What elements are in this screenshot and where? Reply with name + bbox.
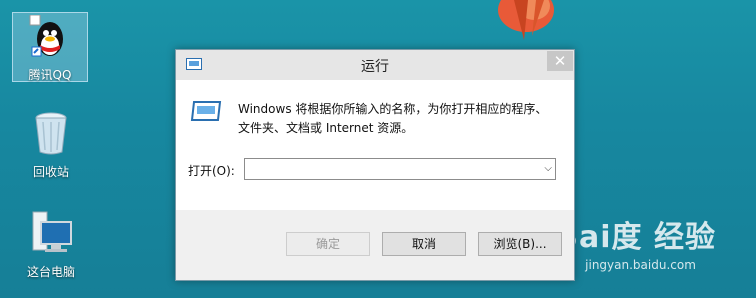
desktop-icon-label: 这台电脑 [26,265,75,279]
desktop-icon-recycle-bin[interactable]: 回收站 [14,110,88,180]
cancel-button[interactable]: 取消 [382,232,466,256]
desktop-icon-label: 腾讯QQ [28,68,72,82]
open-label: 打开(O): [188,164,235,178]
computer-icon [32,211,72,252]
dialog-footer: 确定 取消 浏览(B)... [176,210,574,280]
desktop-icon-qq[interactable]: 腾讯QQ [12,12,88,82]
browse-button[interactable]: 浏览(B)... [478,232,562,256]
open-combobox[interactable]: ⌵ [244,158,556,180]
close-button[interactable]: ✕ [547,51,573,71]
watermark-main-text: Bai度 经验 [555,220,716,255]
watermark-sub-text: jingyan.baidu.com [585,258,696,272]
recycle-bin-icon [35,112,67,155]
wallpaper-flower [498,0,554,40]
dialog-title: 运行 [361,59,389,75]
dialog-titlebar[interactable]: 运行 ✕ [176,50,574,80]
desktop-icon-this-pc[interactable]: 这台电脑 [14,210,88,280]
dialog-description: Windows 将根据你所输入的名称，为你打开相应的程序、文件夹、文档或 Int… [238,102,548,135]
baidu-jingyan-watermark: Bai度 经验 jingyan.baidu.com [555,212,716,272]
qq-penguin-icon [29,14,63,57]
close-icon: ✕ [553,52,567,70]
chevron-down-icon[interactable]: ⌵ [544,163,552,174]
run-icon [190,101,222,121]
run-dialog: 运行 ✕ Windows 将根据你所输入的名称，为你打开相应的程序、文件夹、文档… [175,49,575,281]
desktop-icon-label: 回收站 [32,165,69,179]
ok-button[interactable]: 确定 [286,232,370,256]
